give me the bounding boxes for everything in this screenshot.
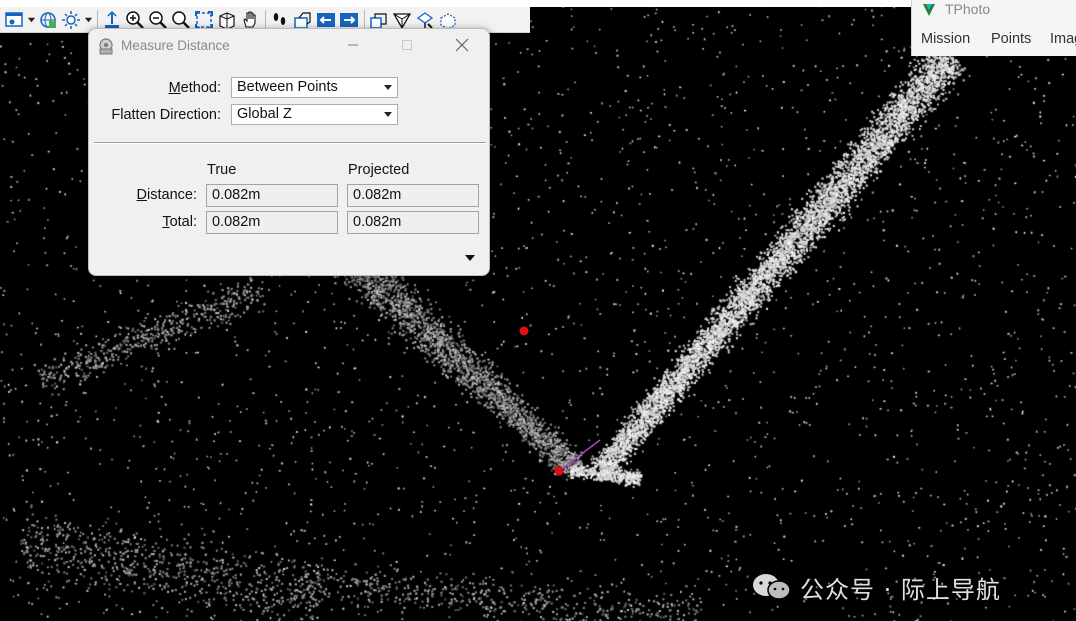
tphoto-logo-icon xyxy=(923,4,935,16)
measure-line xyxy=(558,439,601,472)
expand-chevron-down-icon[interactable] xyxy=(465,255,475,261)
total-projected-value: 0.082m xyxy=(353,214,402,230)
chevron-down-icon xyxy=(384,85,392,90)
dialog-title: Measure Distance xyxy=(121,38,230,53)
close-button[interactable] xyxy=(445,33,479,57)
distance-true-field[interactable]: 0.082m xyxy=(206,184,338,207)
distance-label: Distance: xyxy=(136,187,197,203)
distance-projected-value: 0.082m xyxy=(353,187,402,203)
dropdown-icon[interactable] xyxy=(83,9,93,31)
total-label: Total: xyxy=(162,214,197,230)
distance-projected-field[interactable]: 0.082m xyxy=(347,184,479,207)
flatten-direction-select[interactable]: Global Z xyxy=(231,104,398,125)
method-value: Between Points xyxy=(237,79,338,95)
tphoto-window: TPhoto Mission Points Imag xyxy=(911,0,1076,56)
menu-mission[interactable]: Mission xyxy=(921,31,970,47)
total-true-field[interactable]: 0.082m xyxy=(206,211,338,234)
flatten-direction-value: Global Z xyxy=(237,106,292,122)
view-icon[interactable] xyxy=(3,9,25,31)
globe-icon[interactable] xyxy=(37,9,59,31)
dropdown-icon[interactable] xyxy=(26,9,36,31)
watermark: 公众号 · 际上导航 xyxy=(750,570,1001,604)
menu-points[interactable]: Points xyxy=(991,31,1031,47)
watermark-text: 公众号 · 际上导航 xyxy=(800,575,1001,604)
minimize-icon xyxy=(348,44,358,46)
maximize-button[interactable] xyxy=(390,33,424,57)
minimize-button[interactable] xyxy=(336,33,370,57)
total-true-value: 0.082m xyxy=(212,214,261,230)
column-header-projected: Projected xyxy=(348,162,410,178)
close-icon xyxy=(455,38,469,52)
measure-point-end[interactable] xyxy=(554,466,564,476)
toolbar-separator xyxy=(364,9,365,30)
wechat-icon xyxy=(753,574,791,600)
dialog-titlebar[interactable]: Measure Distance xyxy=(89,29,489,61)
column-header-true: True xyxy=(207,162,237,178)
chevron-down-icon xyxy=(384,112,392,117)
light-icon[interactable] xyxy=(60,9,82,31)
toolbar-separator xyxy=(265,9,266,30)
measure-tool-icon xyxy=(99,38,113,55)
total-projected-field[interactable]: 0.082m xyxy=(347,211,479,234)
measure-distance-dialog: Measure Distance Method: Between Points … xyxy=(88,28,490,276)
tphoto-title: TPhoto xyxy=(945,1,991,17)
menu-images[interactable]: Imag xyxy=(1050,31,1076,47)
method-label: Method: xyxy=(168,80,221,96)
toolbar-separator xyxy=(97,9,98,30)
method-select[interactable]: Between Points xyxy=(231,77,398,98)
divider-highlight xyxy=(94,143,486,144)
maximize-icon xyxy=(402,40,412,50)
flatten-direction-label: Flatten Direction: xyxy=(111,107,221,123)
measure-point-start[interactable] xyxy=(519,326,529,336)
distance-true-value: 0.082m xyxy=(212,187,261,203)
